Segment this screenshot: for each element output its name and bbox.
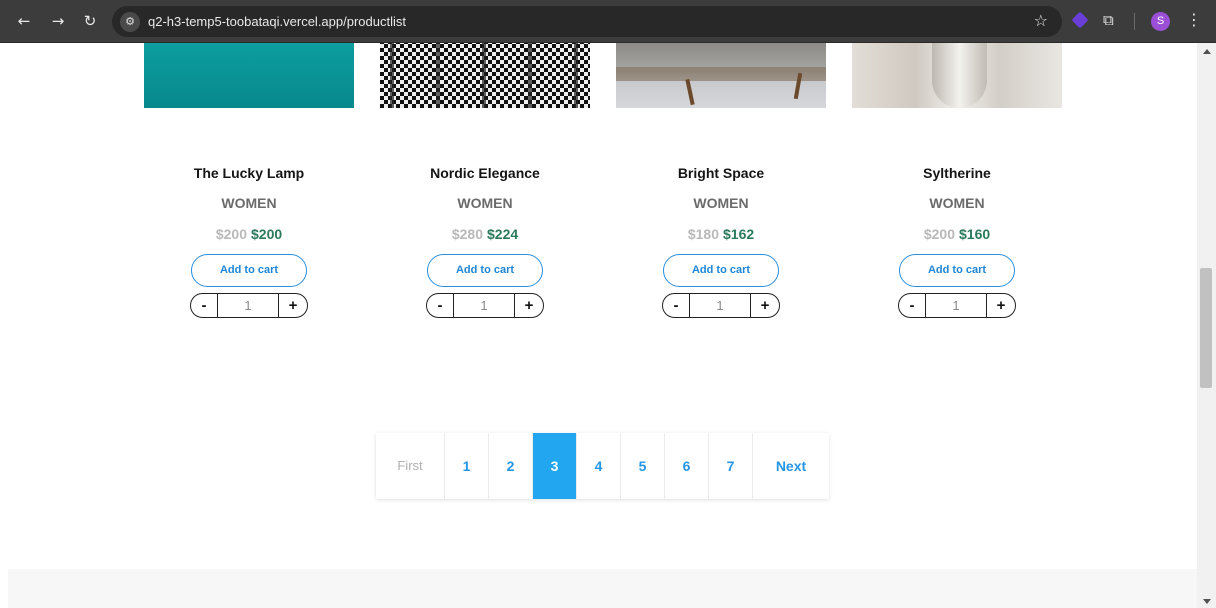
pagination-next[interactable]: Next: [753, 433, 829, 499]
sale-price: $162: [723, 226, 755, 242]
quantity-input[interactable]: 1: [689, 294, 751, 317]
kebab-menu-icon[interactable]: ⋮: [1186, 10, 1202, 30]
decrement-button[interactable]: -: [899, 294, 925, 317]
vertical-scrollbar[interactable]: [1197, 43, 1216, 608]
browser-toolbar: ← → ↻ ⚙ q2-h3-temp5-toobataqi.vercel.app…: [0, 0, 1216, 43]
product-category: WOMEN: [693, 195, 749, 211]
quantity-input[interactable]: 1: [453, 294, 515, 317]
add-to-cart-button[interactable]: Add to cart: [663, 254, 779, 287]
product-name[interactable]: Nordic Elegance: [380, 165, 590, 181]
bookmark-star-icon[interactable]: ☆: [1034, 11, 1048, 30]
quantity-stepper: - 1 +: [426, 293, 544, 318]
product-name[interactable]: Bright Space: [616, 165, 826, 181]
profile-avatar[interactable]: S: [1151, 12, 1170, 31]
old-price: $200: [923, 226, 955, 242]
back-arrow-icon[interactable]: ←: [14, 11, 34, 31]
old-price: $180: [687, 226, 719, 242]
quantity-input[interactable]: 1: [925, 294, 987, 317]
quantity-input[interactable]: 1: [217, 294, 279, 317]
page-link-5[interactable]: 5: [621, 433, 665, 499]
page-link-6[interactable]: 6: [665, 433, 709, 499]
sale-price: $200: [251, 226, 283, 242]
pagination-first[interactable]: First: [376, 433, 445, 499]
decrement-button[interactable]: -: [427, 294, 453, 317]
product-image[interactable]: [144, 43, 354, 108]
decrement-button[interactable]: -: [191, 294, 217, 317]
product-card: Nordic Elegance WOMEN $280 $224 Add to ca…: [380, 43, 616, 363]
toolbar-divider: [1134, 13, 1135, 30]
product-name[interactable]: Syltherine: [852, 165, 1062, 181]
product-image[interactable]: [852, 43, 1062, 108]
product-prices: $180 $162: [616, 226, 826, 242]
extension-icon[interactable]: [1071, 11, 1089, 29]
increment-button[interactable]: +: [751, 294, 779, 317]
sale-price: $224: [487, 226, 519, 242]
extensions-puzzle-icon[interactable]: ⧉: [1103, 12, 1119, 28]
old-price: $280: [451, 226, 483, 242]
page-link-4[interactable]: 4: [577, 433, 621, 499]
pagination: First 1 2 3 4 5 6 7 Next: [376, 433, 829, 499]
site-settings-icon[interactable]: ⚙: [120, 12, 140, 32]
increment-button[interactable]: +: [987, 294, 1015, 317]
product-card: Syltherine WOMEN $200 $160 Add to cart - …: [852, 43, 1088, 363]
product-card: The Lucky Lamp WOMEN $200 $200 Add to car…: [144, 43, 380, 363]
product-prices: $280 $224: [380, 226, 590, 242]
reload-icon[interactable]: ↻: [80, 11, 100, 31]
decrement-button[interactable]: -: [663, 294, 689, 317]
quantity-stepper: - 1 +: [898, 293, 1016, 318]
product-prices: $200 $200: [144, 226, 354, 242]
footer-section: [8, 569, 1197, 608]
increment-button[interactable]: +: [279, 294, 307, 317]
product-image[interactable]: [380, 43, 590, 108]
page-link-2[interactable]: 2: [489, 433, 533, 499]
product-image[interactable]: [616, 43, 826, 108]
scroll-down-arrow-icon[interactable]: [1203, 599, 1211, 604]
forward-arrow-icon[interactable]: →: [48, 11, 68, 31]
increment-button[interactable]: +: [515, 294, 543, 317]
quantity-stepper: - 1 +: [662, 293, 780, 318]
address-bar[interactable]: ⚙ q2-h3-temp5-toobataqi.vercel.app/produ…: [112, 6, 1062, 37]
old-price: $200: [215, 226, 247, 242]
product-category: WOMEN: [457, 195, 513, 211]
page-link-3-active[interactable]: 3: [533, 433, 577, 499]
product-prices: $200 $160: [852, 226, 1062, 242]
add-to-cart-button[interactable]: Add to cart: [191, 254, 307, 287]
scroll-up-arrow-icon[interactable]: [1203, 49, 1211, 54]
page-viewport: The Lucky Lamp WOMEN $200 $200 Add to car…: [0, 43, 1197, 608]
page-link-7[interactable]: 7: [709, 433, 753, 499]
url-text[interactable]: q2-h3-temp5-toobataqi.vercel.app/product…: [148, 14, 406, 29]
product-card: Bright Space WOMEN $180 $162 Add to cart …: [616, 43, 852, 363]
quantity-stepper: - 1 +: [190, 293, 308, 318]
product-name[interactable]: The Lucky Lamp: [144, 165, 354, 181]
page-link-1[interactable]: 1: [445, 433, 489, 499]
product-category: WOMEN: [221, 195, 277, 211]
sale-price: $160: [959, 226, 991, 242]
add-to-cart-button[interactable]: Add to cart: [899, 254, 1015, 287]
product-category: WOMEN: [929, 195, 985, 211]
scrollbar-thumb[interactable]: [1200, 268, 1212, 388]
add-to-cart-button[interactable]: Add to cart: [427, 254, 543, 287]
